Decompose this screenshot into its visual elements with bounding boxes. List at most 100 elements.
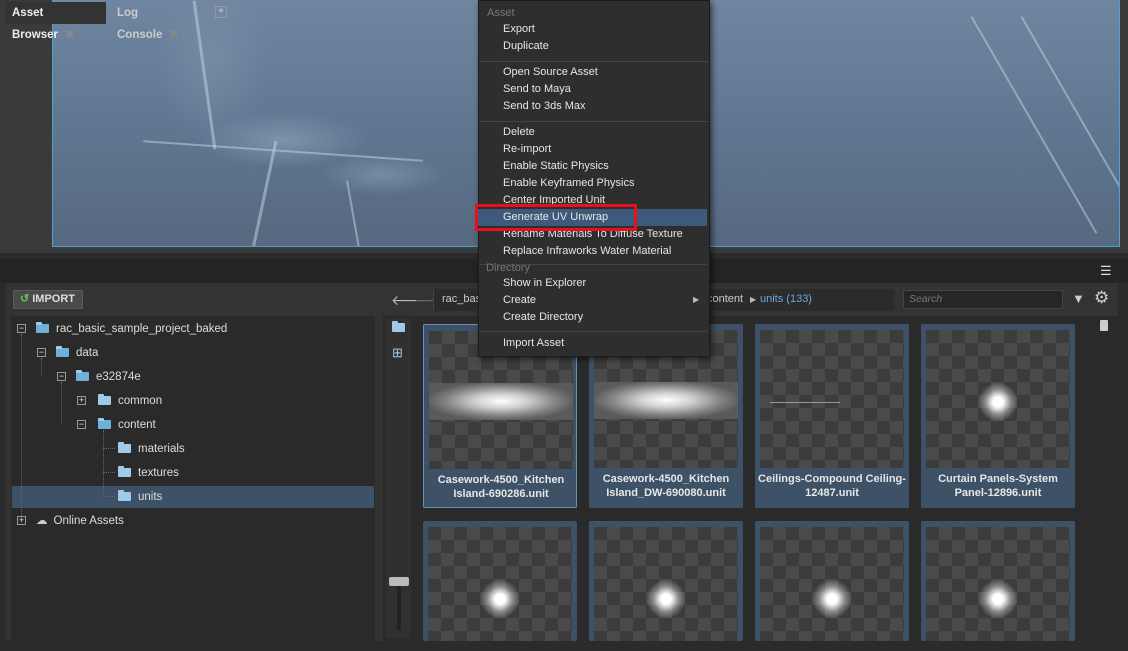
menu-separator <box>479 331 707 332</box>
asset-thumbnail <box>760 527 904 641</box>
folder-icon[interactable] <box>392 321 405 334</box>
asset-thumbnail <box>428 527 572 641</box>
tree-node-label: e32874e <box>96 371 141 383</box>
tree-node-label: units <box>138 491 163 503</box>
gear-icon[interactable]: ⚙ <box>1094 288 1109 308</box>
menu-item-label: Create <box>503 294 537 306</box>
window-frame <box>970 16 1098 234</box>
tree-node-textures[interactable]: textures <box>118 462 179 484</box>
menu-separator <box>480 61 708 62</box>
asset-thumbnail <box>926 527 1070 641</box>
asset-card[interactable] <box>755 521 909 641</box>
folder-open-icon <box>98 418 111 429</box>
tree-guide <box>21 334 22 520</box>
tree-guide <box>103 430 104 496</box>
tree-node-label: textures <box>138 467 179 479</box>
menu-item-replace-water-material[interactable]: Replace Infraworks Water Material <box>503 243 703 260</box>
preview-glow <box>978 579 1018 619</box>
menu-separator <box>480 121 708 122</box>
breadcrumb-current[interactable]: units (133) <box>760 293 812 305</box>
collapse-icon[interactable]: − <box>37 348 46 357</box>
preview-glow <box>646 579 686 619</box>
breadcrumb-item[interactable]: content <box>707 293 743 305</box>
tree-node-content[interactable]: content <box>98 414 156 436</box>
scrollbar-thumb[interactable] <box>1100 320 1108 331</box>
tree-guide <box>103 472 115 473</box>
tab-label: Asset Browser <box>12 7 59 41</box>
tab-asset-browser[interactable]: Asset Browser ✖ <box>6 2 106 41</box>
add-tab-icon[interactable]: + <box>215 6 227 18</box>
tree-node-root[interactable]: rac_basic_sample_project_baked <box>36 318 227 340</box>
menu-item-create[interactable]: Create <box>503 292 703 309</box>
collapse-icon[interactable]: − <box>17 324 26 333</box>
preview-glow <box>429 383 573 420</box>
menu-icon[interactable]: ☰ <box>1100 263 1112 279</box>
menu-item-duplicate[interactable]: Duplicate <box>503 38 703 55</box>
tree-node-label: data <box>76 347 99 359</box>
submenu-arrow-icon: ▶ <box>693 295 700 304</box>
menu-item-import-asset[interactable]: Import Asset <box>503 335 703 352</box>
tree-node-online-assets[interactable]: ☁ Online Assets <box>36 510 124 532</box>
tab-label: Log Console <box>117 7 163 41</box>
tree-node-units[interactable]: units <box>118 486 162 508</box>
asset-name: Curtain Panels-System Panel-12896.unit <box>938 473 1058 499</box>
tree-node-label: materials <box>138 443 185 455</box>
tree-guide <box>41 358 42 376</box>
asset-name: Casework-4500_Kitchen Island-690286.unit <box>437 474 565 500</box>
expand-icon[interactable]: + <box>77 396 86 405</box>
asset-card[interactable] <box>589 521 743 641</box>
menu-item-open-source-asset[interactable]: Open Source Asset <box>503 64 703 81</box>
tree-node-label: rac_basic_sample_project_baked <box>56 323 228 335</box>
collapse-icon[interactable]: − <box>57 372 66 381</box>
menu-item-export[interactable]: Export <box>503 21 703 38</box>
search-input[interactable]: Search <box>903 290 1063 309</box>
expand-icon[interactable]: + <box>17 516 26 525</box>
menu-item-enable-static-physics[interactable]: Enable Static Physics <box>503 158 703 175</box>
menu-item-send-to-maya[interactable]: Send to Maya <box>503 81 703 98</box>
tree-guide <box>61 382 62 424</box>
folder-icon <box>98 394 111 405</box>
asset-card[interactable]: Ceilings-Compound Ceiling-12487.unit <box>755 324 909 508</box>
tree-node-label: Online Assets <box>53 515 124 527</box>
tree-node-label: content <box>118 419 156 431</box>
add-folder-icon[interactable]: ⊞ <box>392 345 403 361</box>
tree-selection <box>12 486 374 508</box>
table-edge <box>143 140 423 162</box>
menu-item-create-directory[interactable]: Create Directory <box>503 309 703 326</box>
asset-card[interactable] <box>921 521 1075 641</box>
menu-section-header: Directory <box>486 262 531 274</box>
menu-item-enable-keyframed-physics[interactable]: Enable Keyframed Physics <box>503 175 703 192</box>
menu-section-header: Asset <box>487 7 515 19</box>
tree-node-data[interactable]: data <box>56 342 98 364</box>
zoom-slider-track[interactable] <box>397 585 401 630</box>
preview-glow <box>480 579 520 619</box>
chair-leg <box>346 180 362 246</box>
asset-name: Casework-4500_Kitchen Island_DW-690080.u… <box>602 473 730 499</box>
close-icon[interactable]: ✖ <box>169 29 179 41</box>
folder-icon <box>118 466 131 477</box>
tree-node-label: common <box>118 395 163 407</box>
menu-item-send-to-3ds-max[interactable]: Send to 3ds Max <box>503 98 703 115</box>
tree-node-materials[interactable]: materials <box>118 438 185 460</box>
folder-tree[interactable] <box>11 316 375 641</box>
asset-thumbnail <box>760 330 904 468</box>
close-icon[interactable]: ✖ <box>65 29 75 41</box>
tab-log-console[interactable]: Log Console ✖ <box>111 2 201 41</box>
asset-card[interactable] <box>423 521 577 641</box>
zoom-slider-handle[interactable] <box>389 577 409 586</box>
collapse-icon[interactable]: − <box>77 420 86 429</box>
chair-leg <box>251 140 278 246</box>
preview-glow <box>594 382 738 419</box>
asset-card[interactable]: Curtain Panels-System Panel-12896.unit <box>921 324 1075 508</box>
menu-item-show-in-explorer[interactable]: Show in Explorer <box>503 275 703 292</box>
menu-item-delete[interactable]: Delete <box>503 124 703 141</box>
folder-open-icon <box>56 346 69 357</box>
menu-item-reimport[interactable]: Re-import <box>503 141 703 158</box>
tree-guide <box>103 496 115 497</box>
tree-node-e32874e[interactable]: e32874e <box>76 366 141 388</box>
tree-node-common[interactable]: common <box>98 390 162 412</box>
filter-icon[interactable]: ▼ <box>1072 291 1085 306</box>
import-button[interactable]: ↺ IMPORT <box>13 290 83 309</box>
asset-name: Ceilings-Compound Ceiling-12487.unit <box>758 473 906 499</box>
import-label: IMPORT <box>32 293 75 305</box>
